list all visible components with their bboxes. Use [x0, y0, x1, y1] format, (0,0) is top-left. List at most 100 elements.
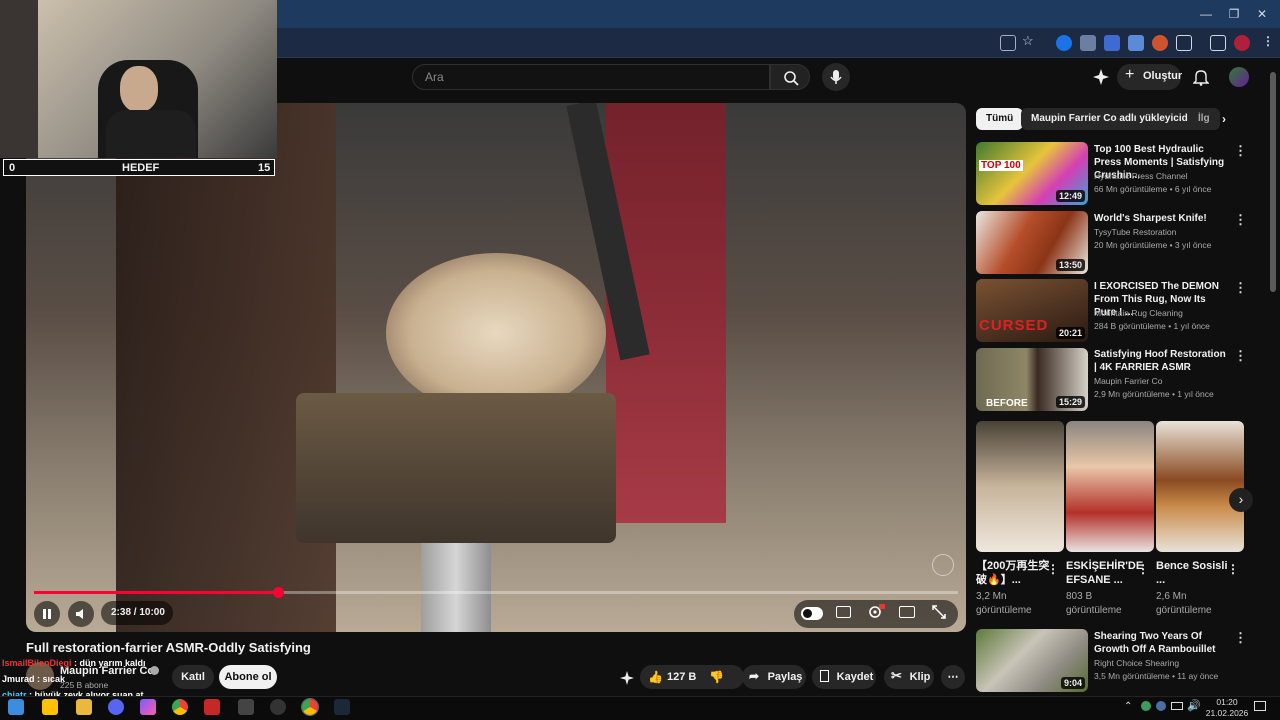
short-thumbnail-3[interactable]	[1156, 421, 1244, 552]
tray-chevron-icon[interactable]: ⌃	[1124, 701, 1132, 712]
goal-current: 0	[9, 162, 16, 174]
shorts-next-icon[interactable]: ›	[1229, 488, 1253, 512]
bookmark-star-icon[interactable]: ☆	[1022, 33, 1034, 49]
short-menu-icon[interactable]: ⋮	[1137, 562, 1149, 576]
video-channel-3[interactable]: Mountain Rug Cleaning	[1094, 307, 1234, 320]
miniplayer-icon[interactable]	[899, 606, 915, 618]
search-button[interactable]	[770, 64, 810, 90]
close-icon[interactable]: ✕	[1254, 6, 1270, 22]
maximize-icon[interactable]: ❐	[1226, 6, 1242, 22]
share-button[interactable]: ➦ Paylaş	[742, 665, 806, 689]
clock-time[interactable]: 01:20	[1212, 697, 1242, 707]
join-button[interactable]: Katıl	[172, 665, 214, 689]
install-app-icon[interactable]	[1000, 35, 1016, 51]
like-icon[interactable]: 👍	[648, 670, 663, 684]
subscribe-button[interactable]: Abone ol	[219, 665, 277, 689]
thumbnail-1[interactable]: TOP 100 12:49	[976, 142, 1088, 205]
tray-app-icon[interactable]	[1141, 701, 1151, 711]
video-menu-icon[interactable]: ⋮	[1234, 280, 1247, 296]
clock-date[interactable]: 21.02.2026	[1202, 708, 1252, 718]
share-label: Paylaş	[767, 671, 803, 683]
video-title-4[interactable]: Satisfying Hoof Restoration | 4K FARRIER…	[1094, 348, 1228, 374]
autoplay-toggle[interactable]	[801, 607, 823, 620]
voice-search-button[interactable]	[822, 63, 850, 91]
reading-list-icon[interactable]	[1210, 35, 1226, 51]
video-channel-2[interactable]: TysyTube Restoration	[1094, 226, 1234, 239]
thumbnail-2[interactable]: 13:50	[976, 211, 1088, 274]
short-menu-icon[interactable]: ⋮	[1047, 562, 1059, 576]
tray-app-icon[interactable]	[1156, 701, 1166, 711]
gemini-sparkle-icon[interactable]	[1092, 68, 1110, 86]
page-scrollbar[interactable]	[1270, 72, 1276, 292]
video-player[interactable]	[26, 103, 966, 632]
save-label: Kaydet	[836, 671, 874, 683]
account-avatar[interactable]	[1229, 67, 1249, 87]
thumbnail-3[interactable]: CURSED 20:21	[976, 279, 1088, 342]
chip-from-uploader[interactable]: Maupin Farrier Co adlı yükleyiciden	[1021, 108, 1210, 130]
pause-button[interactable]	[34, 601, 60, 627]
short-title-3[interactable]: Bence Sosisli ...	[1156, 559, 1230, 587]
short-menu-icon[interactable]: ⋮	[1227, 562, 1239, 576]
x-app-icon[interactable]	[204, 699, 220, 715]
extension-7tv-icon[interactable]	[1128, 35, 1144, 51]
video-menu-icon[interactable]: ⋮	[1234, 212, 1247, 228]
progress-scrubber[interactable]	[272, 587, 284, 598]
channel-watermark-icon[interactable]	[932, 554, 954, 576]
extension-red-icon[interactable]	[1152, 35, 1168, 51]
profile-avatar-icon[interactable]	[1234, 35, 1250, 51]
ask-sparkle-icon[interactable]	[620, 671, 634, 685]
folder-icon[interactable]	[76, 699, 92, 715]
short-thumbnail-1[interactable]	[976, 421, 1064, 552]
search-input[interactable]: Ara	[412, 64, 770, 90]
stand-pole	[421, 543, 491, 632]
like-count[interactable]: 127 B	[667, 671, 696, 683]
short-thumbnail-2[interactable]	[1066, 421, 1154, 552]
video-title-2[interactable]: World's Sharpest Knife!	[1094, 212, 1228, 225]
steam-icon[interactable]	[334, 699, 350, 715]
video-title-5[interactable]: Shearing Two Years Of Growth Off A Rambo…	[1094, 630, 1228, 656]
notifications-bell-icon[interactable]	[1192, 68, 1210, 86]
file-explorer-icon[interactable]	[42, 699, 58, 715]
extension-filter-icon[interactable]	[1080, 35, 1096, 51]
thumbnail-5[interactable]: 9:04	[976, 629, 1088, 692]
thumbnail-4[interactable]: BEFORE 15:29	[976, 348, 1088, 411]
share-icon: ➦	[749, 669, 760, 683]
video-menu-icon[interactable]: ⋮	[1234, 630, 1247, 646]
volume-tray-icon[interactable]: 🔊	[1187, 699, 1201, 712]
kick-app-icon[interactable]	[238, 699, 254, 715]
extension-blue-icon[interactable]	[1056, 35, 1072, 51]
short-title-2[interactable]: ESKİŞEHİR'DE EFSANE ...	[1066, 559, 1143, 587]
subtitles-icon[interactable]	[836, 606, 851, 618]
chip-all[interactable]: Tümü	[976, 108, 1024, 130]
video-menu-icon[interactable]: ⋮	[1234, 143, 1247, 159]
fullscreen-icon[interactable]	[932, 605, 946, 619]
chip-related[interactable]: İlg	[1188, 108, 1220, 130]
browser-menu-icon[interactable]: ⋮	[1262, 34, 1274, 48]
scissors-icon: ✂	[891, 668, 902, 683]
chrome-icon[interactable]	[172, 699, 188, 715]
create-button[interactable]: + Oluştur	[1117, 64, 1182, 90]
save-button[interactable]: Kaydet	[812, 665, 876, 689]
volume-button[interactable]	[68, 601, 94, 627]
obs-icon[interactable]	[270, 699, 286, 715]
chat-message: IsmailBilenDiegi : dün yarım kaldı	[2, 658, 146, 668]
network-icon[interactable]	[1171, 702, 1183, 710]
video-channel-4[interactable]: Maupin Farrier Co	[1094, 375, 1234, 388]
dislike-icon[interactable]: 👎	[709, 670, 724, 684]
extensions-puzzle-icon[interactable]	[1176, 35, 1192, 51]
windows-start-icon[interactable]	[8, 699, 24, 715]
more-actions-icon[interactable]: ⋯	[941, 665, 965, 689]
discord-icon[interactable]	[108, 699, 124, 715]
video-menu-icon[interactable]: ⋮	[1234, 348, 1247, 364]
video-channel-5[interactable]: Right Choice Shearing	[1094, 657, 1234, 670]
clip-button[interactable]: ✂ Klip	[884, 665, 934, 689]
minimize-icon[interactable]: —	[1198, 6, 1214, 22]
short-title-1[interactable]: 【200万再生突破🔥】...	[976, 559, 1050, 587]
app-icon[interactable]	[140, 699, 156, 715]
chips-next-icon[interactable]: ›	[1222, 112, 1226, 126]
settings-gear-icon[interactable]	[867, 604, 885, 620]
video-channel-1[interactable]: Hydraulic Press Channel	[1094, 170, 1234, 183]
notification-center-icon[interactable]	[1254, 701, 1266, 711]
extension-translate-icon[interactable]	[1104, 35, 1120, 51]
chrome-active-icon[interactable]	[301, 698, 319, 716]
